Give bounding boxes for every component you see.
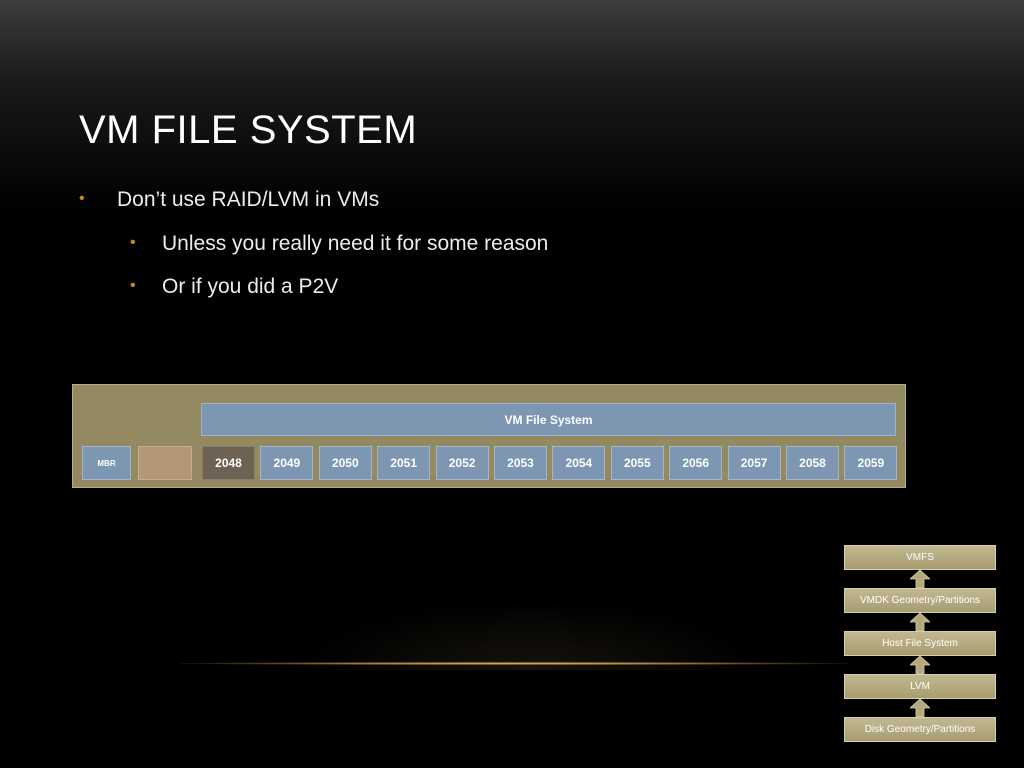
bullet-text: Or if you did a P2V (162, 275, 339, 298)
layer-disk-geometry-partitions: Disk Geometry/Partitions (844, 717, 996, 742)
sector-block-2053: 2053 (494, 446, 547, 480)
up-arrow-icon (910, 699, 930, 717)
sector-block-2048: 2048 (202, 446, 255, 480)
sector-block-2059: 2059 (844, 446, 898, 480)
sector-block-2058: 2058 (786, 446, 839, 480)
horizon-glow-line (180, 662, 850, 665)
bullet-text: Unless you really need it for some reaso… (162, 232, 549, 255)
sector-block-2055: 2055 (610, 446, 664, 480)
bullet-dot-icon: • (130, 277, 136, 294)
layer-lvm: LVM (844, 674, 996, 699)
sector-block-2050: 2050 (318, 446, 372, 480)
sector-block-2052: 2052 (435, 446, 489, 480)
sector-block-2049: 2049 (260, 446, 314, 480)
alignment-gap-block (138, 446, 192, 480)
disk-layout-diagram: VM File System MBR 2048 2049 2050 2051 2052 2… (72, 384, 906, 488)
sector-block-2056: 2056 (669, 446, 723, 480)
vm-file-system-bar: VM File System (201, 403, 896, 436)
layer-vmdk-geometry-partitions: VMDK Geometry/Partitions (844, 588, 996, 613)
slide-title: VM FILE SYSTEM (79, 108, 418, 152)
up-arrow-icon (910, 570, 930, 588)
bullet-dot-icon: • (130, 234, 136, 251)
background-glow-haze (300, 600, 760, 670)
layer-host-file-system: Host File System (844, 631, 996, 656)
sector-block-2057: 2057 (727, 446, 781, 480)
disk-block-row: MBR 2048 2049 2050 2051 2052 2053 2054 2055 2056… (82, 446, 898, 480)
bullet-dot-icon: • (79, 190, 85, 207)
sector-block-2051: 2051 (377, 446, 431, 480)
layer-vmfs: VMFS (844, 545, 996, 570)
mbr-block: MBR (82, 446, 131, 480)
up-arrow-icon (910, 613, 930, 631)
bullet-text: Don’t use RAID/LVM in VMs (117, 188, 380, 211)
up-arrow-icon (910, 656, 930, 674)
sector-block-2054: 2054 (552, 446, 606, 480)
